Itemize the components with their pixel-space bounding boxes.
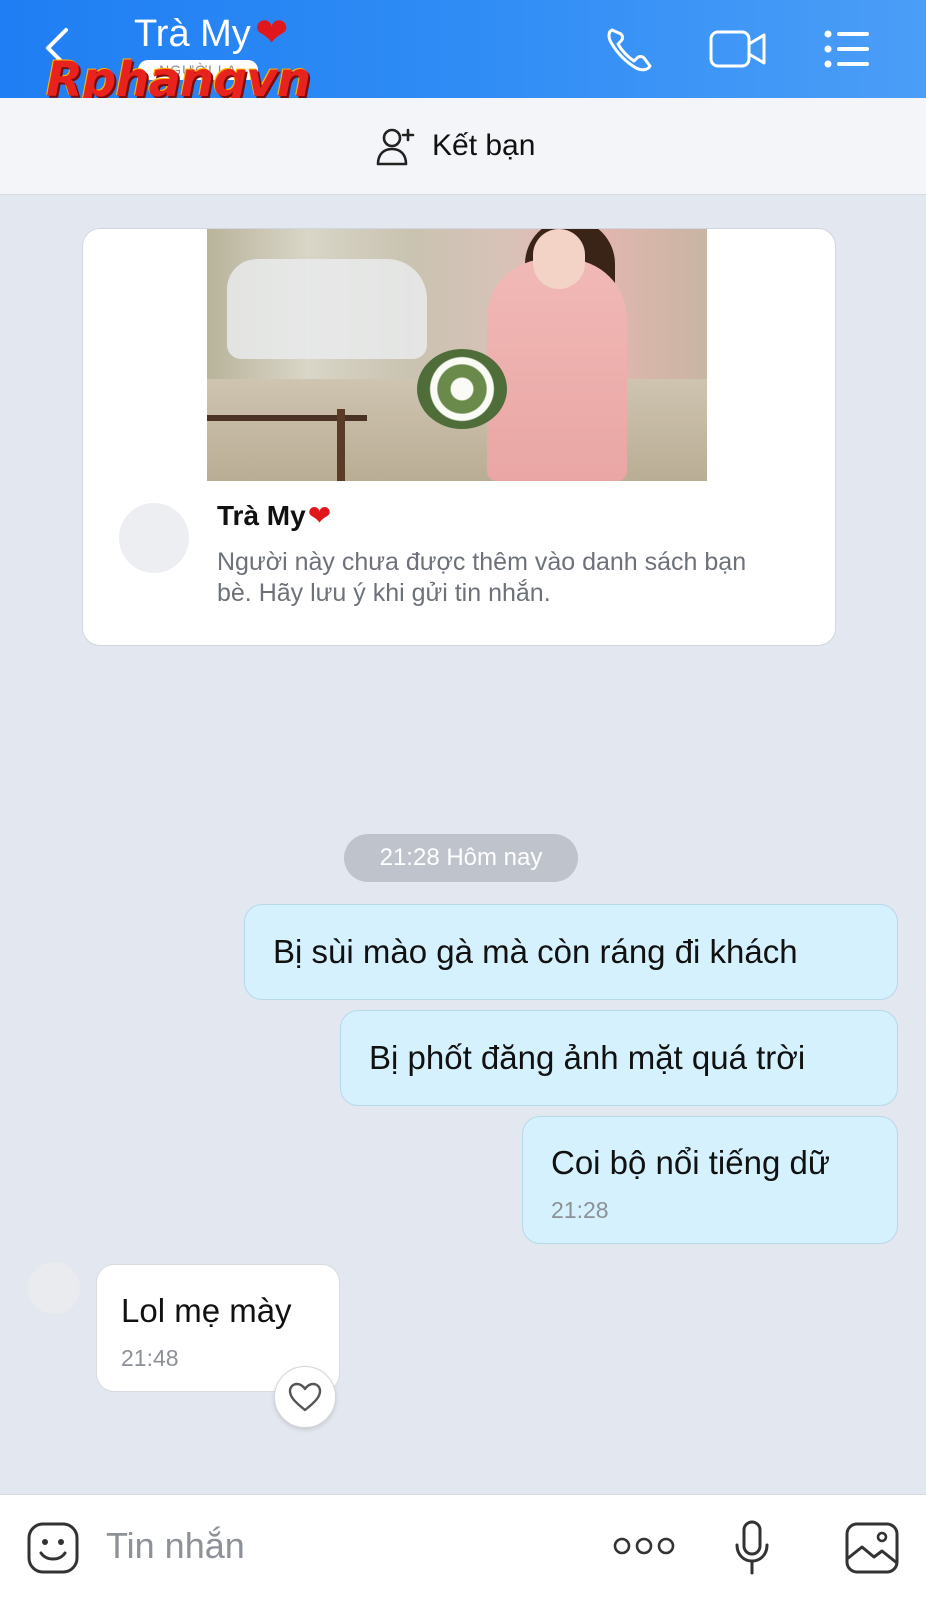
date-separator: 21:28 Hôm nay <box>344 834 578 882</box>
avatar[interactable] <box>119 503 189 573</box>
video-call-icon[interactable] <box>708 26 768 72</box>
phone-call-icon[interactable] <box>604 26 654 72</box>
microphone-icon[interactable] <box>732 1519 772 1577</box>
contact-name: Trà My <box>134 13 251 55</box>
add-friend-label: Kết bạn <box>432 129 536 162</box>
menu-list-icon[interactable] <box>822 26 872 72</box>
message-bubble-outgoing[interactable]: Bị phốt đăng ảnh mặt quá trời <box>340 1010 898 1106</box>
add-friend-bar: Kết bạn <box>0 98 926 195</box>
heart-icon: ❤ <box>307 500 332 531</box>
message-time: 21:28 <box>551 1197 609 1223</box>
card-contact-name: Trà My❤ <box>217 500 332 531</box>
chat-header: Trà My ❤ NGƯỜI LẠ <box>0 0 926 98</box>
stranger-warning-text: Người này chưa được thêm vào danh sách b… <box>217 548 747 607</box>
message-bubble-outgoing[interactable]: Coi bộ nổi tiếng dữ 21:28 <box>522 1116 898 1244</box>
heart-outline-icon <box>288 1382 322 1412</box>
more-options-icon[interactable] <box>612 1533 676 1559</box>
message-time: 21:48 <box>121 1345 179 1371</box>
cover-photo <box>207 229 707 481</box>
add-friend-button[interactable]: Kết bạn <box>376 124 535 168</box>
message-input[interactable]: Tin nhắn <box>106 1525 245 1567</box>
sender-avatar[interactable] <box>28 1262 80 1314</box>
message-bubble-outgoing[interactable]: Bị sùi mào gà mà còn ráng đi khách <box>244 904 898 1000</box>
heart-icon: ❤ <box>254 11 289 55</box>
profile-card[interactable]: Trà My❤ Người này chưa được thêm vào dan… <box>82 228 836 646</box>
stranger-badge: NGƯỜI LẠ <box>138 60 258 80</box>
contact-title[interactable]: Trà My ❤ <box>134 10 288 56</box>
image-gallery-icon[interactable] <box>844 1521 900 1575</box>
message-input-bar: Tin nhắn <box>0 1494 926 1601</box>
add-person-icon <box>376 128 415 166</box>
sticker-emoji-icon[interactable] <box>26 1521 80 1575</box>
back-arrow-icon[interactable] <box>40 26 76 70</box>
react-heart-button[interactable] <box>274 1366 336 1428</box>
